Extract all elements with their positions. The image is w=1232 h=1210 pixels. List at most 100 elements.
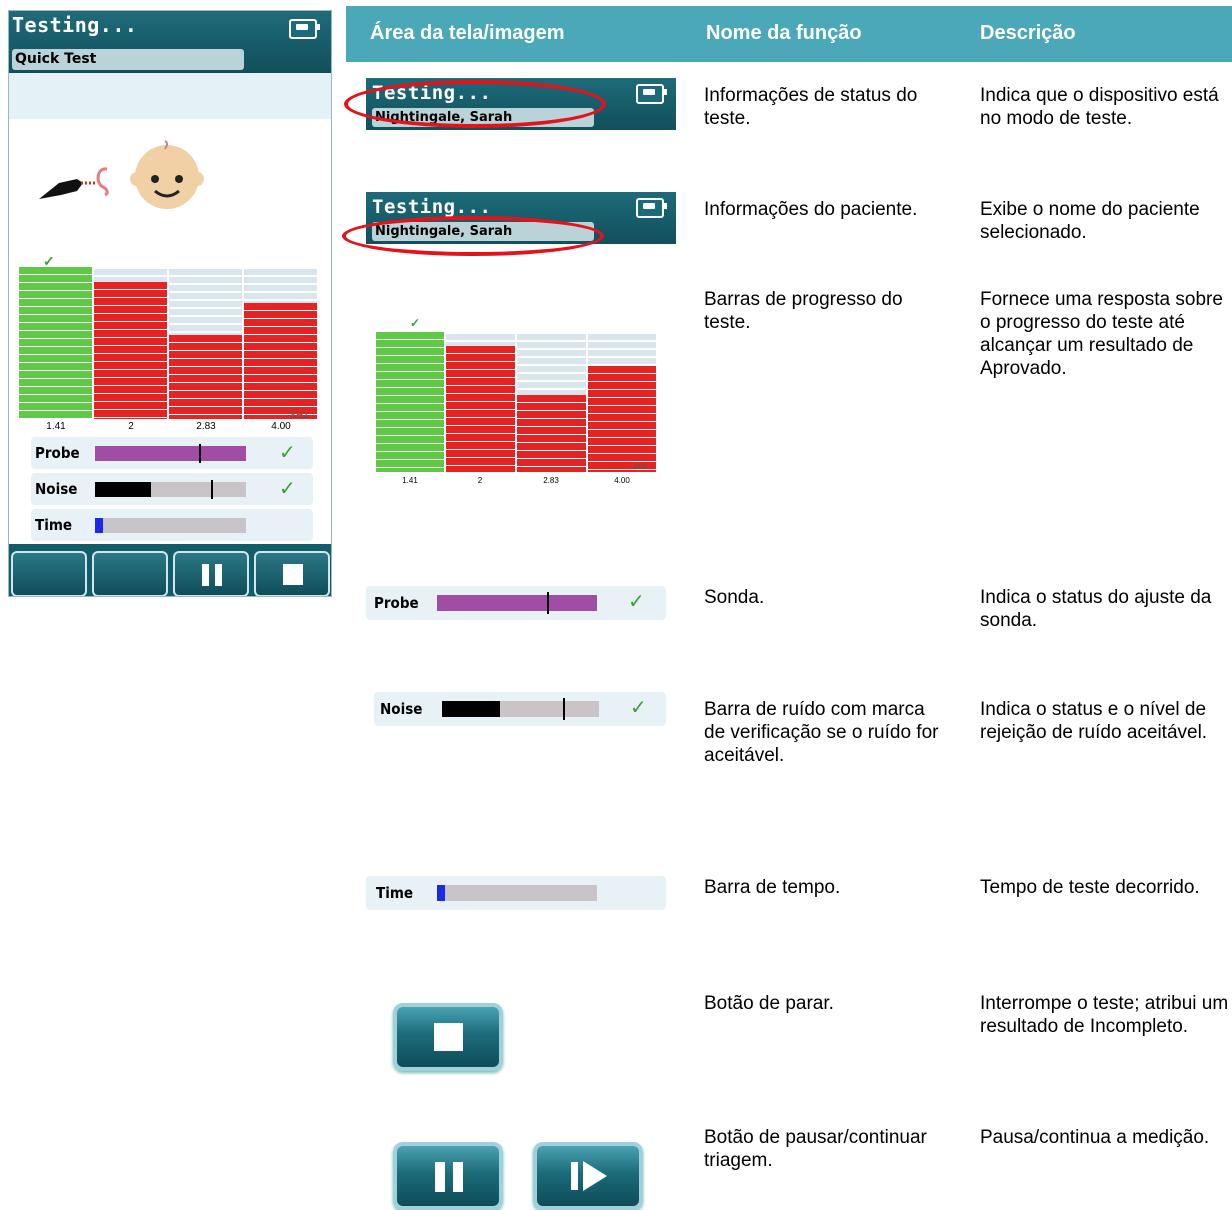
progress-chart-image: ✓ kHz 1.41 2 2.83 4.00	[376, 316, 656, 490]
pause-icon	[202, 564, 222, 586]
play-icon	[571, 1160, 611, 1192]
function-cell: Informações de status do teste.	[704, 85, 918, 129]
function-cell: Barra de tempo.	[704, 877, 841, 898]
function-cell: Informações do paciente.	[704, 199, 918, 220]
header-function: Nome da função	[706, 22, 862, 44]
bar-slot	[517, 332, 586, 472]
noise-meter	[95, 480, 246, 499]
unit-label: kHz	[634, 462, 648, 471]
time-row: Time	[31, 509, 313, 541]
tick-label: 4.00	[271, 421, 291, 432]
softkey-1[interactable]	[11, 551, 87, 596]
probe-icon	[39, 179, 97, 199]
noise-marker	[562, 698, 565, 720]
description-cell: Interrompe o teste; atribui um resultado…	[980, 993, 1229, 1037]
battery-icon	[289, 19, 320, 39]
probe-row: Probe ✓	[31, 437, 313, 469]
bar-slot	[376, 332, 444, 472]
progress-bar	[376, 332, 444, 472]
softkey-2[interactable]	[92, 551, 168, 596]
progress-chart: ✓ kHz 1.41 2 2.83 4.00	[19, 253, 317, 447]
function-cell: Barra de ruído com marca de verificação …	[704, 699, 939, 766]
progress-bar	[94, 282, 167, 419]
description-cell: Fornece uma resposta sobre o progresso d…	[980, 289, 1223, 379]
function-cell: Botão de parar.	[704, 993, 834, 1014]
ear-icon	[96, 167, 109, 197]
bar-slot	[446, 332, 515, 472]
description-cell: Exibe o nome do paciente selecionado.	[980, 199, 1200, 243]
stop-icon	[283, 564, 303, 585]
stop-icon	[434, 1023, 463, 1051]
function-cell: Botão de pausar/continuar triagem.	[704, 1127, 927, 1171]
check-icon: ✓	[279, 478, 296, 500]
noise-image: Noise ✓	[374, 692, 666, 726]
bar-slot	[244, 267, 317, 419]
stop-button[interactable]	[393, 1003, 503, 1071]
description-cell: Indica que o dispositivo está no modo de…	[980, 85, 1219, 129]
progress-bar	[244, 303, 317, 419]
probe-meter	[437, 592, 597, 614]
pause-button[interactable]	[173, 551, 249, 596]
function-cell: Barras de progresso do teste.	[704, 289, 903, 333]
description-cell: Pausa/continua a medição.	[980, 1127, 1210, 1148]
device-screen: Testing... Quick Test ✓ kHz 1.41 2 2.83 …	[8, 10, 332, 597]
highlight-ellipse	[342, 216, 604, 256]
time-image: Time	[366, 876, 666, 910]
noise-label: Noise	[35, 480, 78, 498]
check-icon: ✓	[279, 442, 296, 464]
header-band	[9, 73, 331, 119]
tick-label: 2	[128, 421, 134, 432]
noise-marker	[211, 480, 214, 499]
time-meter	[437, 885, 597, 901]
battery-icon	[636, 198, 667, 218]
noise-row: Noise ✓	[31, 473, 313, 505]
stop-button[interactable]	[254, 551, 330, 596]
function-cell: Sonda.	[704, 587, 765, 608]
unit-label: kHz	[291, 410, 309, 421]
noise-meter	[442, 698, 599, 720]
tick-label: 2.83	[543, 476, 559, 485]
progress-bar	[19, 267, 92, 419]
check-icon: ✓	[630, 697, 647, 719]
battery-icon	[636, 84, 667, 104]
time-fill	[437, 885, 445, 901]
pause-button[interactable]	[393, 1142, 503, 1210]
noise-label: Noise	[380, 700, 423, 718]
header-area: Área da tela/imagem	[370, 22, 565, 44]
baby-face-icon	[130, 140, 204, 209]
description-cell: Indica o status do ajuste da sonda.	[980, 587, 1212, 631]
progress-bar	[517, 395, 586, 472]
progress-bar	[169, 335, 242, 419]
progress-bar	[588, 365, 656, 472]
pause-icon	[435, 1162, 463, 1192]
probe-label: Probe	[35, 444, 80, 462]
resume-button[interactable]	[533, 1142, 643, 1210]
noise-fill	[442, 701, 501, 717]
check-icon: ✓	[628, 591, 645, 613]
progress-bar	[446, 346, 515, 472]
bar-slot	[19, 267, 92, 419]
probe-marker	[199, 444, 202, 463]
time-label: Time	[35, 516, 73, 534]
header-description: Descrição	[980, 22, 1076, 44]
tick-label: 2.83	[196, 421, 216, 432]
probe-meter	[95, 444, 246, 463]
status-title: Testing...	[372, 196, 492, 218]
description-cell: Indica o status e o nível de rejeição de…	[980, 699, 1208, 743]
test-name-field: Quick Test	[12, 49, 244, 70]
probe-marker	[547, 592, 550, 614]
check-icon: ✓	[410, 316, 421, 330]
probe-image: Probe ✓	[366, 586, 666, 620]
tick-label: 1.41	[46, 421, 66, 432]
tick-label: 4.00	[614, 476, 630, 485]
highlight-ellipse	[344, 80, 606, 128]
status-title: Testing...	[12, 13, 138, 37]
bar-slot	[169, 267, 242, 419]
noise-fill	[95, 482, 151, 497]
description-cell: Tempo de teste decorrido.	[980, 877, 1200, 898]
tick-label: 2	[477, 476, 483, 485]
probe-ear-baby-illustration	[39, 140, 204, 209]
bar-slot	[588, 332, 656, 472]
bar-slot	[94, 267, 167, 419]
probe-label: Probe	[374, 594, 419, 612]
